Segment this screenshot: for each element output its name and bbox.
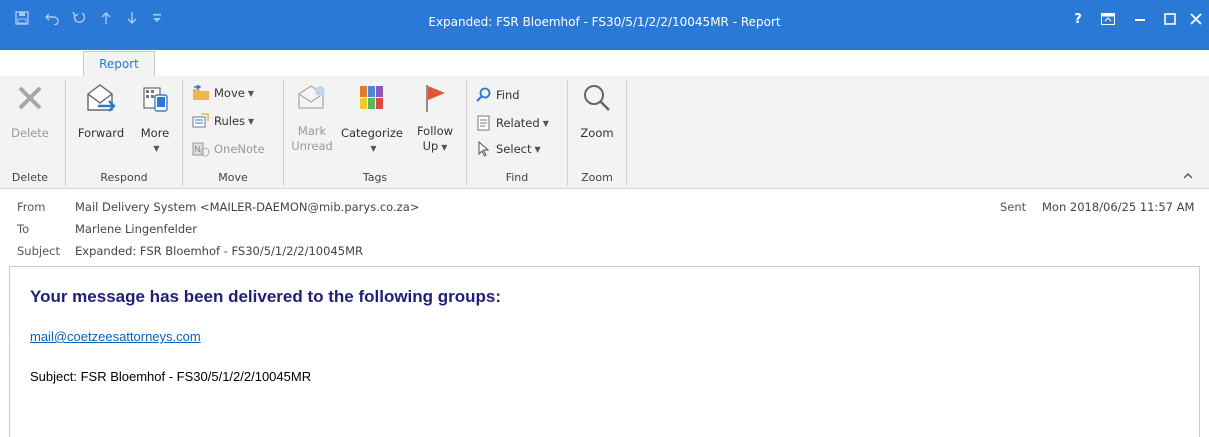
move-button[interactable]: Move ▼ <box>192 82 254 104</box>
group-label-zoom: Zoom <box>581 171 613 184</box>
minimize-button[interactable] <box>1125 6 1155 32</box>
message-heading: Your message has been delivered to the f… <box>30 287 502 306</box>
rules-button[interactable]: Rules ▼ <box>192 110 254 132</box>
ribbon: Delete Delete Forward More ▼ Respond Mov… <box>0 76 1209 189</box>
tab-report[interactable]: Report <box>83 51 155 78</box>
find-button[interactable]: Find <box>476 84 520 106</box>
from-value[interactable]: Mail Delivery System <MAILER-DAEMON@mib.… <box>75 200 419 214</box>
related-button[interactable]: Related ▼ <box>476 112 549 134</box>
delete-button[interactable]: Delete <box>8 80 52 141</box>
to-value[interactable]: Marlene Lingenfelder <box>75 222 197 236</box>
ribbon-display-options-button[interactable] <box>1093 6 1123 32</box>
flag-icon <box>421 82 449 118</box>
group-label-move: Move <box>218 171 248 184</box>
cursor-icon <box>478 141 490 157</box>
forward-icon <box>84 82 118 118</box>
tab-file[interactable]: File <box>12 51 32 77</box>
categorize-button[interactable]: Categorize ▼ <box>340 80 404 156</box>
subject-value: Expanded: FSR Bloemhof - FS30/5/1/2/2/10… <box>75 244 363 258</box>
more-respond-button[interactable]: More ▼ <box>134 80 176 156</box>
search-icon <box>476 87 491 102</box>
collapse-ribbon-icon[interactable] <box>1183 172 1197 186</box>
categorize-icon <box>358 84 386 116</box>
chevron-down-icon: ▼ <box>247 88 254 98</box>
group-address-link[interactable]: mail@coetzeesattorneys.com <box>30 329 201 344</box>
mark-unread-button[interactable]: Mark Unread <box>290 80 334 154</box>
subject-label: Subject <box>17 244 60 258</box>
chevron-down-icon: ▼ <box>153 144 160 153</box>
group-separator <box>626 80 627 186</box>
chevron-down-icon: ▼ <box>370 144 377 153</box>
delete-icon <box>14 82 46 118</box>
zoom-button[interactable]: Zoom <box>574 80 620 141</box>
onenote-button[interactable]: N OneNote <box>192 138 265 160</box>
follow-up-button[interactable]: Follow Up ▼ <box>408 80 462 155</box>
group-label-tags: Tags <box>362 171 388 184</box>
sent-value: Mon 2018/06/25 11:57 AM <box>1042 200 1195 214</box>
related-icon <box>477 115 490 131</box>
chevron-down-icon: ▼ <box>441 143 448 152</box>
more-respond-icon <box>140 82 170 118</box>
chevron-down-icon: ▼ <box>542 118 549 128</box>
group-label-respond: Respond <box>100 171 148 184</box>
chevron-down-icon: ▼ <box>248 116 255 126</box>
mark-unread-icon <box>296 82 328 118</box>
from-label: From <box>17 200 46 214</box>
to-label: To <box>17 222 30 236</box>
message-subject-line: Subject: FSR Bloemhof - FS30/5/1/2/2/100… <box>30 369 312 384</box>
move-icon <box>193 85 209 100</box>
rules-icon <box>192 113 209 128</box>
message-body[interactable]: Your message has been delivered to the f… <box>9 266 1200 437</box>
select-button[interactable]: Select ▼ <box>476 138 541 160</box>
help-button[interactable]: ? <box>1063 6 1093 32</box>
forward-button[interactable]: Forward <box>74 80 128 141</box>
title-bar: Expanded: FSR Bloemhof - FS30/5/1/2/2/10… <box>0 0 1209 70</box>
window-title: Expanded: FSR Bloemhof - FS30/5/1/2/2/10… <box>428 15 781 29</box>
magnifier-icon <box>581 82 613 118</box>
svg-text:N: N <box>195 145 201 154</box>
group-label-delete: Delete <box>11 171 49 184</box>
onenote-icon: N <box>192 142 210 157</box>
chevron-down-icon: ▼ <box>534 144 541 154</box>
group-label-find: Find <box>505 171 529 184</box>
close-button[interactable] <box>1181 6 1209 32</box>
sent-label: Sent <box>1000 200 1027 214</box>
